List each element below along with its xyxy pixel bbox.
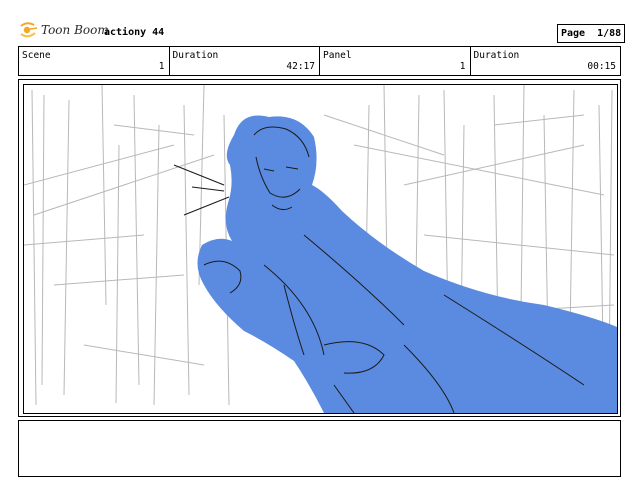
panel-duration-label: Duration — [473, 50, 520, 61]
scene-duration-value: 42:17 — [286, 61, 315, 72]
panel-duration-value: 00:15 — [587, 61, 616, 72]
info-row: Scene 1 Duration 42:17 Panel 1 Duration … — [18, 46, 621, 76]
logo-text: Toon Boom — [41, 23, 109, 37]
scene-duration-label: Duration — [172, 50, 219, 61]
scene-duration-cell: Duration 42:17 — [170, 47, 320, 75]
panel-value: 1 — [459, 61, 466, 72]
toon-boom-logo: Toon Boom — [20, 22, 109, 38]
page-indicator: Page 1/88 — [557, 24, 626, 43]
notes-box[interactable] — [18, 420, 621, 477]
panel-cell: Panel 1 — [320, 47, 471, 75]
panel-duration-cell: Duration 00:15 — [471, 47, 621, 75]
storyboard-panel-frame — [18, 79, 621, 417]
scene-cell: Scene 1 — [19, 47, 170, 75]
project-name: actiony 44 — [104, 27, 165, 38]
scene-value: 1 — [158, 61, 165, 72]
panel-sketch — [24, 85, 617, 413]
character-silhouette — [197, 115, 617, 413]
storyboard-panel[interactable] — [23, 84, 618, 414]
panel-label: Panel — [323, 50, 352, 61]
sun-swirl-icon — [20, 22, 38, 38]
scene-label: Scene — [22, 50, 51, 61]
